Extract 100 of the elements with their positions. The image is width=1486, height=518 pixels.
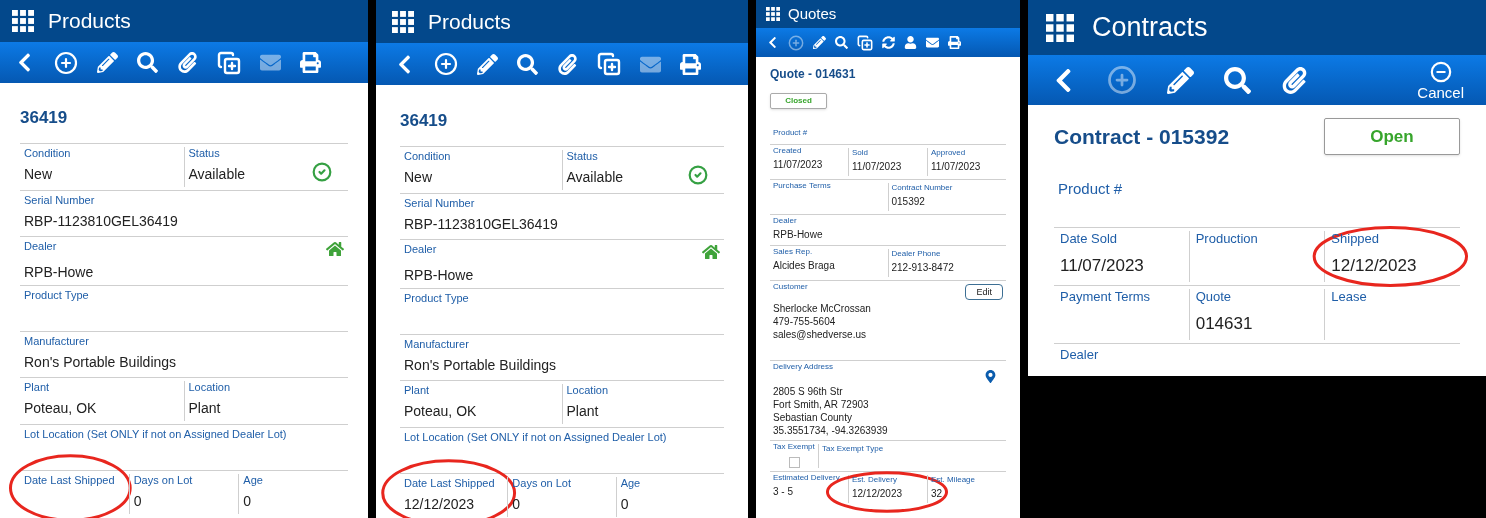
field-label: Days on Lot — [512, 477, 572, 490]
pencil-icon[interactable] — [97, 52, 118, 73]
map-pin-icon[interactable] — [984, 370, 997, 383]
edit-button[interactable]: Edit — [965, 284, 1003, 300]
field-value: 0 — [620, 496, 629, 513]
field-label: Lot Location (Set ONLY if not on Assigned Dealer Lot) — [404, 431, 667, 444]
field-label: Purchase Terms — [773, 181, 831, 191]
field-value: Sebastian County — [773, 412, 853, 424]
app-title: Products — [428, 8, 511, 35]
paperclip-icon[interactable] — [557, 53, 578, 75]
field-label: Status — [188, 147, 220, 160]
field-label: Age — [243, 474, 263, 487]
record-title: 36419 — [400, 110, 448, 132]
printer-icon[interactable] — [680, 53, 701, 75]
copy-plus-icon[interactable] — [597, 52, 621, 76]
field-label: Manufacturer — [404, 338, 469, 351]
plus-circle-icon[interactable] — [434, 52, 458, 76]
refresh-icon[interactable] — [882, 36, 895, 49]
field-label: Location — [566, 384, 609, 397]
field-value: 32 — [931, 488, 943, 500]
field-value: 479-755-5604 — [773, 316, 837, 328]
search-icon[interactable] — [517, 53, 538, 75]
check-circle-icon — [312, 161, 332, 182]
field-label: Condition — [404, 150, 451, 163]
field-label: Approved — [931, 148, 966, 158]
status-button[interactable]: Open — [1324, 118, 1460, 155]
field-label: Shipped — [1331, 231, 1380, 247]
plus-circle-icon[interactable] — [54, 50, 78, 75]
field-label: Manufacturer — [24, 335, 89, 348]
field-label: Plant — [404, 384, 430, 397]
field-label: Lease — [1331, 289, 1367, 305]
printer-icon[interactable] — [300, 52, 321, 73]
app-title: Products — [48, 8, 131, 35]
field-value: Poteau, OK — [404, 403, 477, 420]
paperclip-icon[interactable] — [1281, 66, 1308, 94]
record-title: 36419 — [20, 107, 68, 129]
field-value: RPB-Howe — [404, 267, 474, 284]
field-label: Est. Delivery — [852, 475, 897, 485]
record-title: Contract - 015392 — [1054, 123, 1230, 150]
house-icon — [326, 240, 344, 258]
field-label: Product Type — [404, 292, 469, 305]
field-value: RBP-1123810GEL36419 — [404, 216, 558, 233]
pencil-icon[interactable] — [1167, 66, 1194, 94]
person-icon[interactable] — [904, 36, 917, 49]
field-label: Serial Number — [404, 197, 475, 210]
field-value: New — [404, 169, 432, 186]
field-value: Alcides Braga — [773, 260, 835, 272]
printer-icon[interactable] — [948, 36, 961, 49]
field-value: 014631 — [1195, 313, 1253, 334]
field-value: Plant — [566, 403, 599, 420]
envelope-icon[interactable] — [926, 36, 939, 49]
app-title: Contracts — [1092, 11, 1208, 45]
field-label: Tax Exempt — [773, 442, 815, 452]
field-label: Status — [566, 150, 598, 163]
field-value: 0 — [243, 493, 252, 510]
field-label: Product # — [773, 128, 808, 137]
house-icon — [702, 243, 720, 261]
field-value: RPB-Howe — [773, 229, 823, 241]
chevron-left-icon[interactable] — [766, 36, 779, 49]
pencil-icon[interactable] — [477, 53, 498, 75]
grid-menu-icon[interactable] — [766, 7, 780, 21]
checkbox[interactable] — [788, 457, 800, 468]
field-label: Age — [620, 477, 641, 490]
field-value: 11/07/2023 — [773, 159, 823, 171]
cancel-button[interactable]: Cancel — [1417, 60, 1464, 100]
copy-plus-icon[interactable] — [857, 34, 873, 51]
field-value: 11/07/2023 — [931, 161, 981, 173]
field-label: Delivery Address — [773, 362, 834, 372]
field-label: Date Last Shipped — [24, 474, 115, 487]
field-label: Date Last Shipped — [404, 477, 495, 490]
field-label: Plant — [24, 381, 50, 394]
search-icon[interactable] — [1224, 66, 1251, 94]
field-label: Contract Number — [891, 183, 953, 193]
search-icon[interactable] — [835, 36, 848, 49]
copy-plus-icon[interactable] — [217, 50, 241, 75]
grid-menu-icon[interactable] — [12, 10, 34, 32]
field-label: Tax Exempt Type — [822, 444, 884, 454]
field-label: Product Type — [24, 289, 89, 302]
field-value: 3 - 5 — [773, 486, 793, 498]
grid-menu-icon[interactable] — [1046, 13, 1074, 42]
field-label: Estimated Delivery — [773, 473, 840, 483]
search-icon[interactable] — [137, 52, 158, 73]
field-value: Poteau, OK — [24, 400, 97, 417]
field-label: Sold — [852, 148, 868, 158]
field-label: Production — [1195, 231, 1258, 247]
field-label: Dealer — [24, 240, 57, 253]
field-label: Sales Rep. — [773, 247, 813, 257]
field-value: 11/07/2023 — [1060, 255, 1144, 276]
paperclip-icon[interactable] — [177, 52, 198, 73]
check-circle-icon — [688, 164, 708, 185]
status-button[interactable]: Closed — [770, 93, 827, 109]
pencil-icon[interactable] — [813, 36, 826, 49]
field-value: 015392 — [891, 196, 925, 208]
field-label: Days on Lot — [133, 474, 193, 487]
record-title: Quote - 014631 — [770, 66, 856, 83]
field-label: Location — [188, 381, 231, 394]
field-label: Lot Location (Set ONLY if not on Assigned Dealer Lot) — [24, 428, 287, 441]
field-value: New — [24, 166, 52, 183]
grid-menu-icon[interactable] — [392, 10, 414, 33]
field-label: Serial Number — [24, 194, 95, 207]
